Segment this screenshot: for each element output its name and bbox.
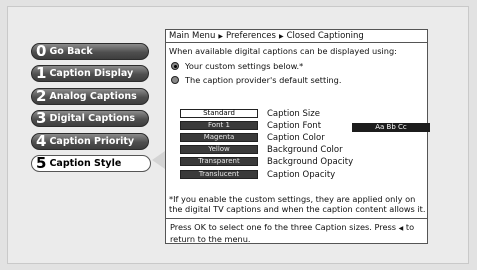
breadcrumb-item[interactable]: Preferences xyxy=(226,31,276,41)
setting-background-color[interactable]: Yellow Background Color xyxy=(180,144,343,155)
menu-item-label: Analog Captions xyxy=(49,91,137,102)
closed-captioning-panel: Main Menu ▶ Preferences ▶ Closed Caption… xyxy=(165,29,430,247)
setting-label: Caption Size xyxy=(267,108,320,119)
menu-item-label: Go Back xyxy=(49,46,93,57)
menu-item-number: 4 xyxy=(36,132,47,150)
option-label: The caption provider's default setting. xyxy=(185,75,342,85)
setting-label: Background Opacity xyxy=(267,156,354,167)
breadcrumb-arrow-icon: ▶ xyxy=(218,32,223,40)
breadcrumb-item: Closed Captioning xyxy=(286,31,364,41)
setting-label: Caption Color xyxy=(267,132,325,143)
footnote-text: *If you enable the custom settings, they… xyxy=(169,194,426,214)
menu-item-label: Caption Display xyxy=(49,68,134,79)
instruction-text: Press OK to select one fo the three Capt… xyxy=(166,218,427,247)
setting-caption-size[interactable]: Standard Caption Size xyxy=(180,108,320,119)
menu-item-caption-style[interactable]: 5 Caption Style xyxy=(31,155,151,172)
background-opacity-value[interactable]: Transparent xyxy=(180,157,258,166)
option-provider-default[interactable]: The caption provider's default setting. xyxy=(171,75,341,85)
intro-text: When available digital captions can be d… xyxy=(169,46,397,56)
option-custom-settings[interactable]: Your custom settings below.* xyxy=(171,61,303,71)
menu-item-caption-priority[interactable]: 4 Caption Priority xyxy=(31,133,149,150)
breadcrumb-arrow-icon: ▶ xyxy=(278,32,284,40)
radio-unselected-icon[interactable] xyxy=(171,76,179,84)
menu-item-number: 2 xyxy=(36,87,47,105)
menu-item-number: 5 xyxy=(36,154,47,172)
menu-item-digital-captions[interactable]: 3 Digital Captions xyxy=(31,110,149,127)
setting-label: Caption Opacity xyxy=(267,169,336,180)
setting-caption-font[interactable]: Font 1 Caption Font xyxy=(180,120,322,131)
breadcrumb-item[interactable]: Main Menu xyxy=(169,31,215,41)
instruction-part: Press OK to select one fo the three Capt… xyxy=(170,222,397,232)
caption-preview: Aa Bb Cc xyxy=(352,123,430,132)
background-color-value[interactable]: Yellow xyxy=(180,145,258,154)
menu-item-go-back[interactable]: 0 Go Back xyxy=(31,43,149,60)
setting-label: Caption Font xyxy=(267,120,322,131)
menu-item-label: Digital Captions xyxy=(49,113,136,124)
left-arrow-icon: ◀ xyxy=(398,225,404,232)
setting-caption-opacity[interactable]: Translucent Caption Opacity xyxy=(180,169,336,180)
caption-opacity-value[interactable]: Translucent xyxy=(180,170,258,179)
option-label: Your custom settings below.* xyxy=(185,61,304,71)
menu-item-caption-display[interactable]: 1 Caption Display xyxy=(31,65,149,82)
setting-caption-color[interactable]: Magenta Caption Color xyxy=(180,132,325,143)
menu-item-number: 0 xyxy=(36,42,47,60)
selection-pointer-icon xyxy=(152,151,165,169)
caption-size-value[interactable]: Standard xyxy=(180,109,258,118)
menu-item-label: Caption Priority xyxy=(49,136,135,147)
menu-item-analog-captions[interactable]: 2 Analog Captions xyxy=(31,88,149,105)
setting-label: Background Color xyxy=(267,144,343,155)
menu-item-number: 3 xyxy=(36,109,47,127)
caption-color-value[interactable]: Magenta xyxy=(180,133,258,142)
setting-background-opacity[interactable]: Transparent Background Opacity xyxy=(180,156,354,167)
caption-font-value[interactable]: Font 1 xyxy=(180,121,258,130)
breadcrumb: Main Menu ▶ Preferences ▶ Closed Caption… xyxy=(166,30,427,43)
menu-item-label: Caption Style xyxy=(49,158,122,169)
menu-item-number: 1 xyxy=(36,64,47,82)
radio-selected-icon[interactable] xyxy=(171,62,179,70)
